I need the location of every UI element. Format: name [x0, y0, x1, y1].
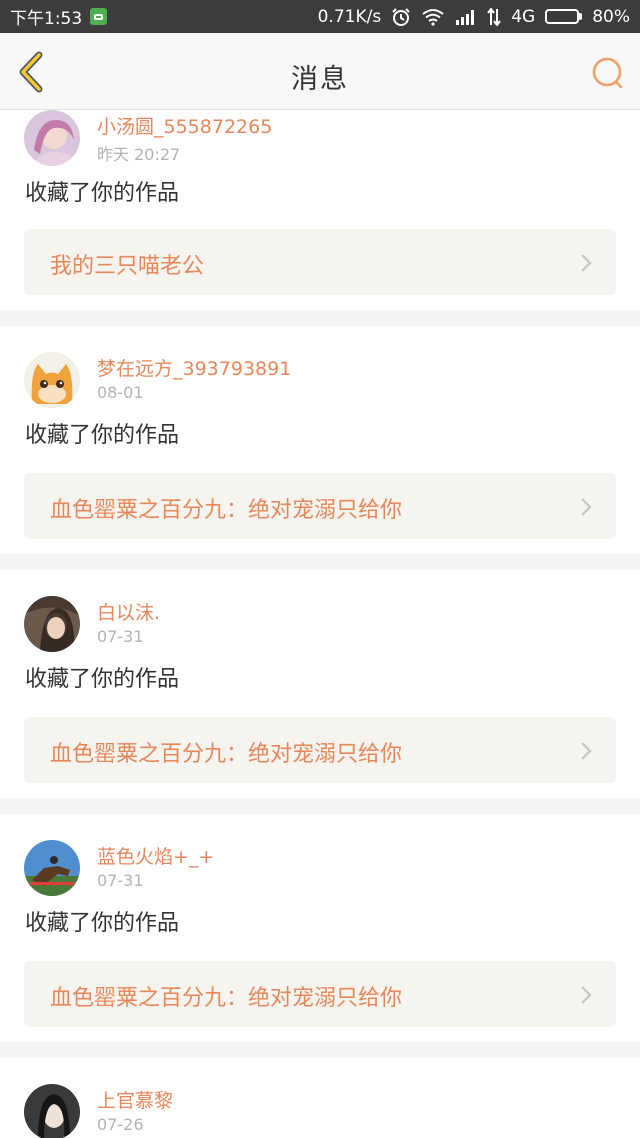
status-time: 下午1:53	[10, 9, 83, 29]
message-action: 收藏了你的作品	[25, 667, 180, 692]
username[interactable]: 梦在远方_393793891	[97, 354, 291, 381]
work-title: 血色罂粟之百分九：绝对宠溺只给你	[50, 986, 403, 1011]
user-avatar[interactable]	[24, 840, 80, 896]
data-transfer-icon	[487, 7, 502, 26]
chevron-right-icon	[581, 742, 592, 760]
work-link[interactable]: 血色罂粟之百分九：绝对宠溺只给你	[24, 473, 616, 539]
message-time: 08-01	[97, 383, 144, 402]
message-card: 小汤圆_555872265 昨天 20:27 收藏了你的作品 我的三只喵老公	[0, 100, 640, 310]
message-card: 上官慕黎 07-26	[0, 1058, 640, 1138]
message-action: 收藏了你的作品	[25, 423, 180, 448]
work-title: 血色罂粟之百分九：绝对宠溺只给你	[50, 742, 403, 767]
username[interactable]: 蓝色火焰+_+	[97, 842, 214, 869]
username[interactable]: 上官慕黎	[97, 1086, 173, 1113]
navigation-header: 消息	[0, 33, 640, 110]
status-bar: 下午1:53 0.71K/s 4G 80%	[0, 0, 640, 33]
username[interactable]: 白以沫.	[97, 598, 160, 625]
alarm-icon	[392, 7, 410, 26]
chevron-right-icon	[581, 254, 592, 272]
app-notification-icon	[90, 8, 108, 25]
network-speed: 0.71K/s	[317, 6, 382, 27]
work-link[interactable]: 血色罂粟之百分九：绝对宠溺只给你	[24, 961, 616, 1027]
battery-percent: 80%	[592, 6, 630, 27]
network-type: 4G	[511, 6, 536, 27]
message-action: 收藏了你的作品	[25, 181, 180, 206]
message-time: 昨天 20:27	[97, 145, 181, 164]
message-card: 白以沫. 07-31 收藏了你的作品 血色罂粟之百分九：绝对宠溺只给你	[0, 570, 640, 798]
message-action: 收藏了你的作品	[25, 911, 180, 936]
search-icon[interactable]	[590, 55, 626, 91]
user-avatar[interactable]	[24, 352, 80, 408]
message-time: 07-31	[97, 627, 144, 646]
screen: 下午1:53 0.71K/s 4G 80% 消息 小汤圆_555872265 昨…	[0, 0, 640, 1138]
work-link[interactable]: 我的三只喵老公	[24, 229, 616, 295]
battery-icon	[545, 9, 583, 24]
user-avatar[interactable]	[24, 110, 80, 166]
message-time: 07-26	[97, 1115, 144, 1134]
work-title: 我的三只喵老公	[50, 254, 205, 279]
chevron-right-icon	[581, 986, 592, 1004]
work-link[interactable]: 血色罂粟之百分九：绝对宠溺只给你	[24, 717, 616, 783]
username[interactable]: 小汤圆_555872265	[97, 112, 272, 139]
wifi-icon	[422, 8, 444, 26]
user-avatar[interactable]	[24, 596, 80, 652]
message-card: 蓝色火焰+_+ 07-31 收藏了你的作品 血色罂粟之百分九：绝对宠溺只给你	[0, 814, 640, 1042]
message-card: 梦在远方_393793891 08-01 收藏了你的作品 血色罂粟之百分九：绝对…	[0, 326, 640, 554]
message-time: 07-31	[97, 871, 144, 890]
user-avatar[interactable]	[24, 1084, 80, 1138]
page-title: 消息	[291, 64, 349, 95]
work-title: 血色罂粟之百分九：绝对宠溺只给你	[50, 498, 403, 523]
signal-icon	[456, 9, 475, 25]
chevron-right-icon	[581, 498, 592, 516]
